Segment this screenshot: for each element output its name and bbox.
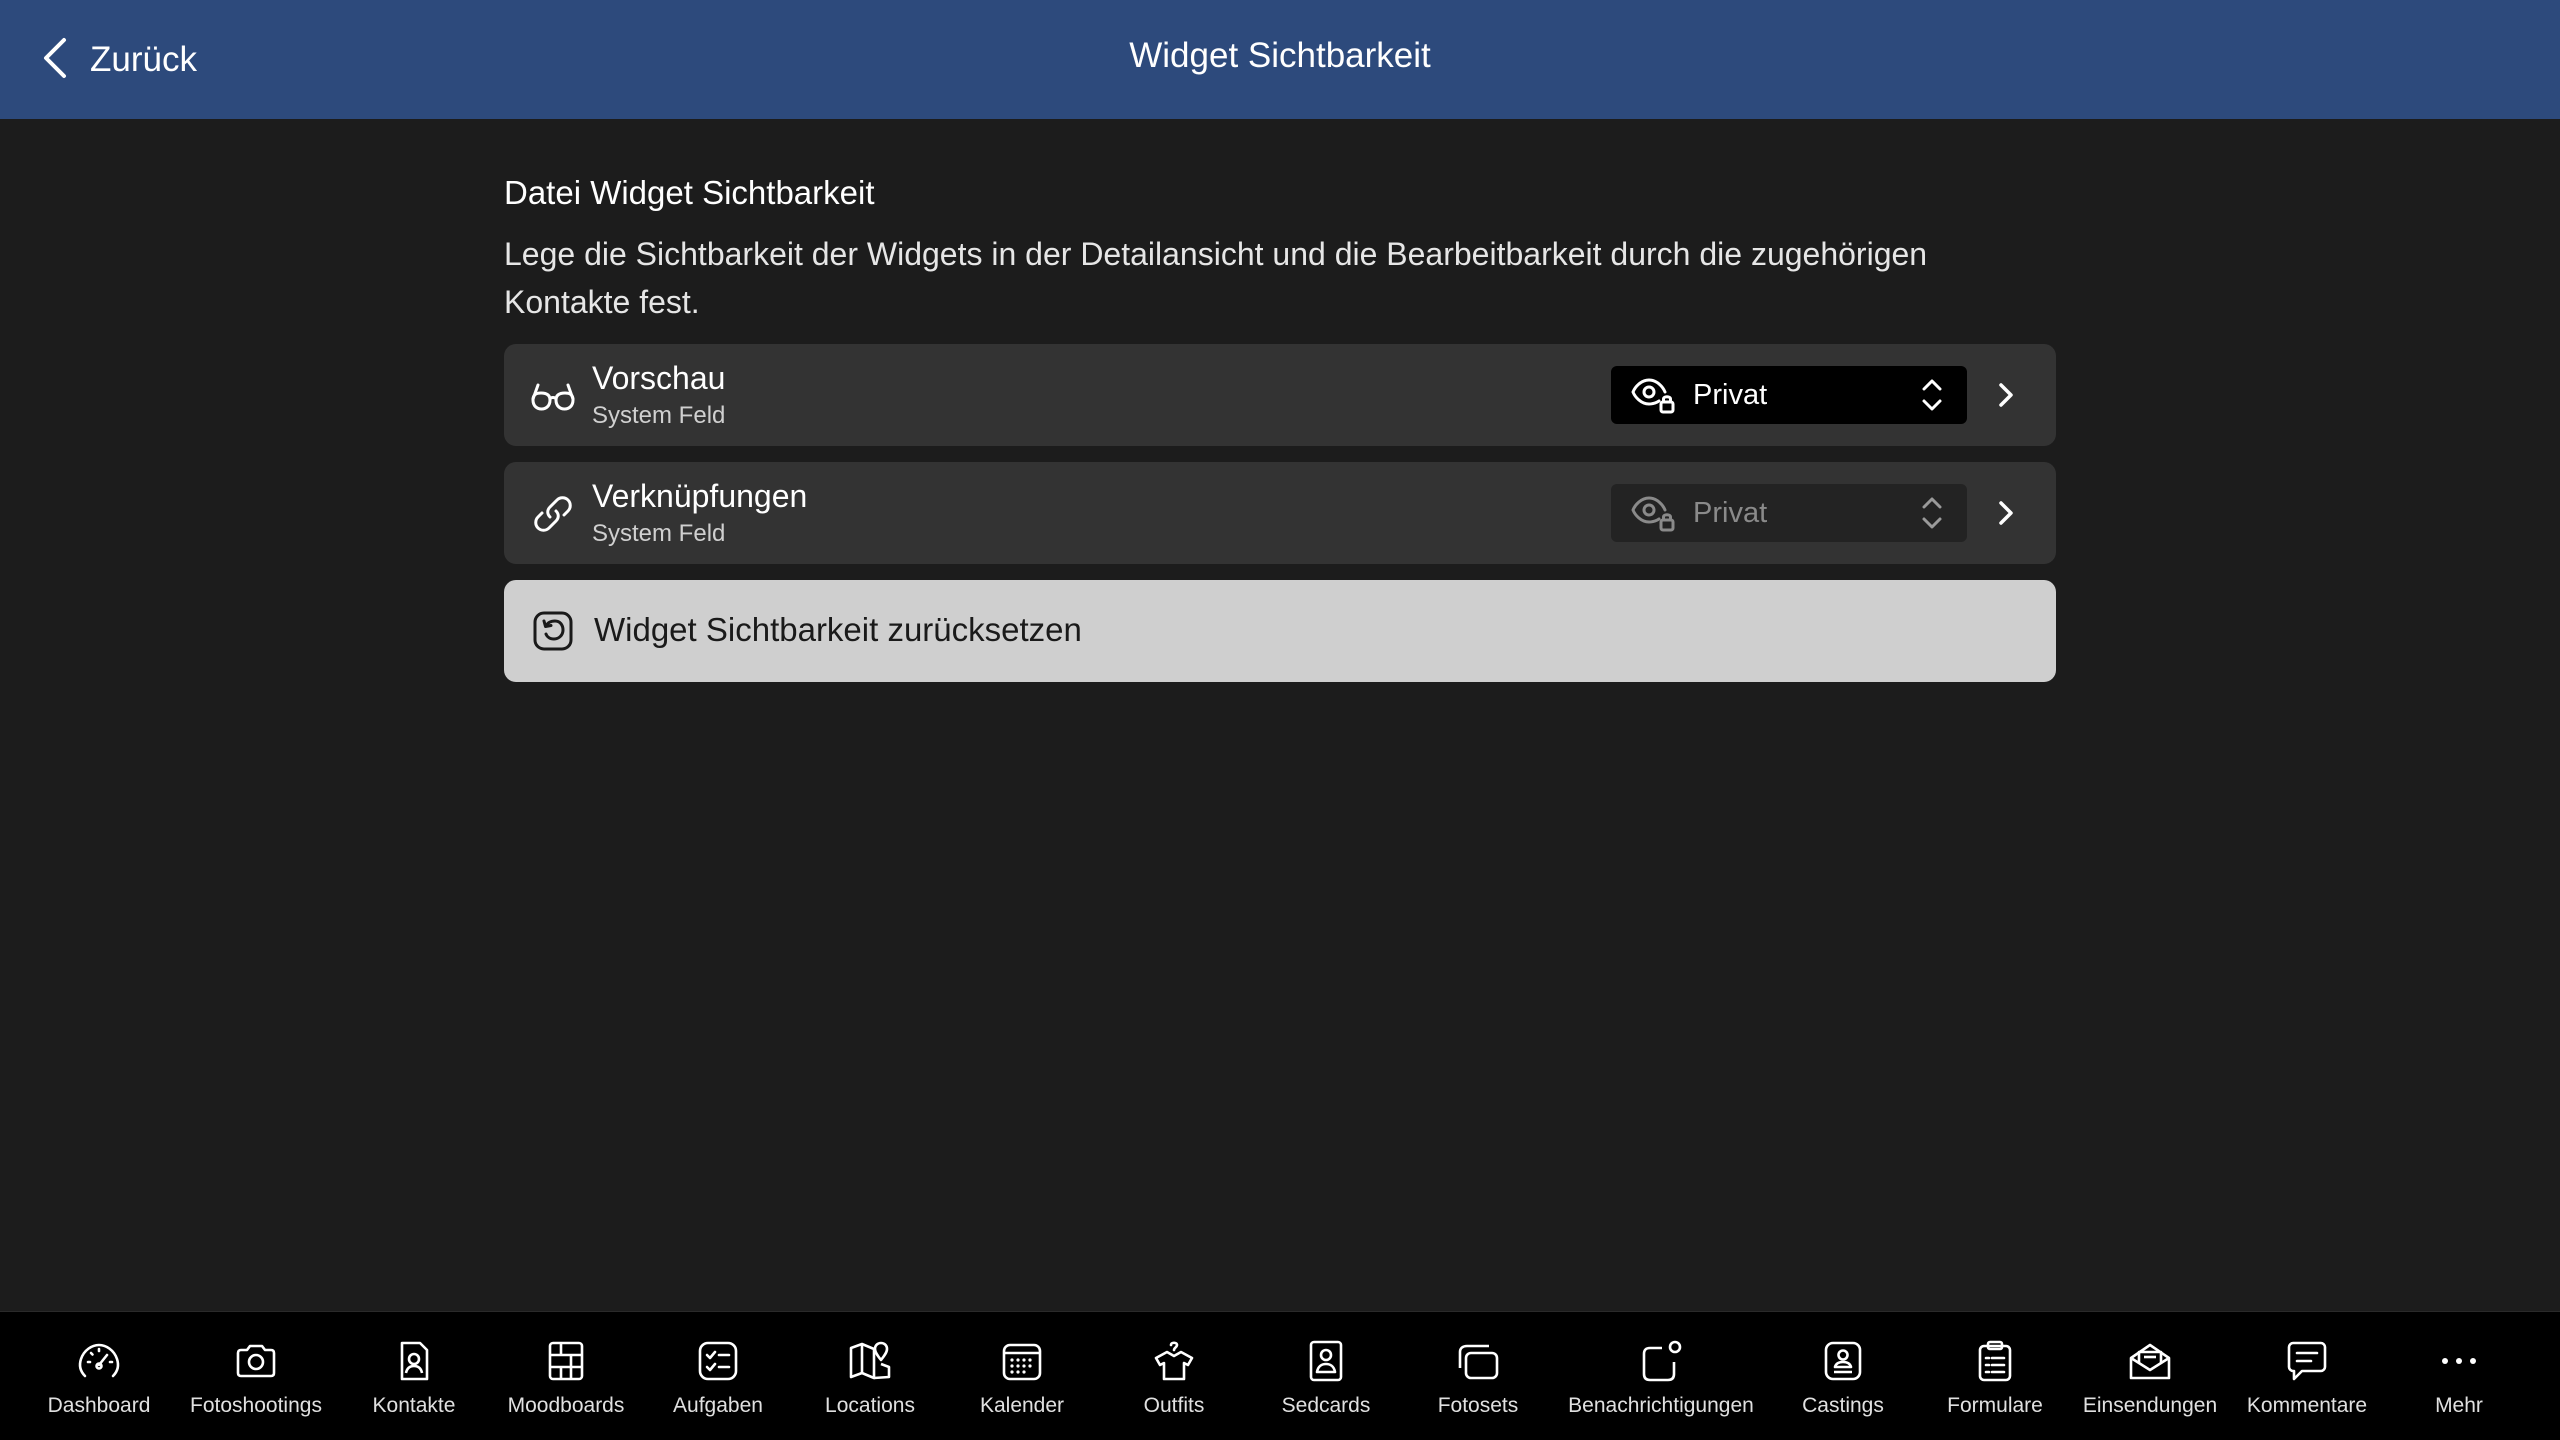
- section-description: Lege die Sichtbarkeit der Widgets in der…: [504, 236, 1928, 320]
- eye-lock-icon: [1631, 375, 1675, 415]
- bottom-tab-bar: Dashboard Fotoshootings Kontakte Moodboa…: [0, 1311, 2560, 1440]
- comment-icon: [2284, 1338, 2330, 1384]
- app: Zurück Widget Sichtbarkeit Datei Widget …: [0, 0, 2560, 1440]
- calendar-icon: [999, 1338, 1045, 1384]
- header-bar: Zurück Widget Sichtbarkeit: [0, 0, 2560, 119]
- clipboard-icon: [1972, 1338, 2018, 1384]
- tab-label: Kontakte: [372, 1394, 456, 1417]
- tab-aufgaben[interactable]: Aufgaben: [668, 1312, 768, 1440]
- tab-kontakte[interactable]: Kontakte: [364, 1312, 464, 1440]
- sedcard-icon: [1303, 1338, 1349, 1384]
- map-icon: [847, 1338, 893, 1384]
- eye-lock-icon: [1631, 493, 1675, 533]
- tab-label: Locations: [825, 1394, 915, 1417]
- casting-icon: [1820, 1338, 1866, 1384]
- envelope-icon: [2127, 1338, 2173, 1384]
- tab-label: Mehr: [2435, 1394, 2483, 1417]
- camera-icon: [233, 1338, 279, 1384]
- tab-castings[interactable]: Castings: [1793, 1312, 1893, 1440]
- tab-label: Benachrichtigungen: [1568, 1394, 1754, 1417]
- tab-kalender[interactable]: Kalender: [972, 1312, 1072, 1440]
- section-title: Datei Widget Sichtbarkeit: [504, 174, 875, 211]
- tab-formulare[interactable]: Formulare: [1945, 1312, 2045, 1440]
- tab-moodboards[interactable]: Moodboards: [501, 1312, 631, 1440]
- reset-label: Widget Sichtbarkeit zurücksetzen: [594, 611, 1082, 648]
- widget-title: Vorschau: [592, 360, 726, 396]
- tab-kommentare[interactable]: Kommentare: [2242, 1312, 2372, 1440]
- glasses-icon: [530, 373, 576, 419]
- reset-visibility-button[interactable]: Widget Sichtbarkeit zurücksetzen: [504, 580, 2056, 682]
- tab-label: Sedcards: [1281, 1394, 1371, 1417]
- widget-row-verknuepfungen[interactable]: Verknüpfungen System Feld Privat: [504, 462, 2056, 564]
- reset-icon: [532, 610, 574, 652]
- tab-label: Formulare: [1947, 1394, 2043, 1417]
- tab-benachrichtigungen[interactable]: Benachrichtigungen: [1566, 1312, 1756, 1440]
- tab-label: Aufgaben: [673, 1394, 763, 1417]
- tab-einsendungen[interactable]: Einsendungen: [2080, 1312, 2220, 1440]
- visibility-value: Privat: [1693, 497, 1768, 529]
- tab-sedcards[interactable]: Sedcards: [1276, 1312, 1376, 1440]
- tab-label: Dashboard: [47, 1394, 151, 1417]
- tab-locations[interactable]: Locations: [820, 1312, 920, 1440]
- tab-label: Castings: [1802, 1394, 1884, 1417]
- notification-icon: [1638, 1338, 1684, 1384]
- chevron-right-icon[interactable]: [1994, 380, 2018, 410]
- tab-label: Fotoshootings: [190, 1394, 322, 1417]
- widget-title: Verknüpfungen: [592, 478, 808, 514]
- tab-label: Kommentare: [2246, 1394, 2368, 1417]
- link-icon: [530, 491, 576, 537]
- moodboard-icon: [543, 1338, 589, 1384]
- tab-label: Einsendungen: [2082, 1394, 2218, 1417]
- visibility-value: Privat: [1693, 379, 1768, 411]
- page-title: Widget Sichtbarkeit: [1129, 36, 1431, 75]
- contact-icon: [391, 1338, 437, 1384]
- tab-outfits[interactable]: Outfits: [1124, 1312, 1224, 1440]
- hanger-icon: [1151, 1338, 1197, 1384]
- tab-dashboard[interactable]: Dashboard: [47, 1312, 151, 1440]
- tab-label: Fotosets: [1437, 1394, 1519, 1417]
- visibility-select[interactable]: Privat: [1611, 484, 1967, 542]
- tab-label: Kalender: [979, 1394, 1065, 1417]
- tab-label: Outfits: [1143, 1394, 1205, 1417]
- tab-label: Moodboards: [507, 1394, 625, 1417]
- chevron-up-down-icon: [1919, 376, 1945, 414]
- checklist-icon: [695, 1338, 741, 1384]
- photoset-icon: [1455, 1338, 1501, 1384]
- tab-fotoshootings[interactable]: Fotoshootings: [186, 1312, 326, 1440]
- more-icon: [2436, 1338, 2482, 1384]
- visibility-select[interactable]: Privat: [1611, 366, 1967, 424]
- chevron-up-down-icon: [1919, 494, 1945, 532]
- tab-mehr[interactable]: Mehr: [2409, 1312, 2509, 1440]
- tab-fotosets[interactable]: Fotosets: [1428, 1312, 1528, 1440]
- widget-row-vorschau[interactable]: Vorschau System Feld Privat: [504, 344, 2056, 446]
- widget-subtitle: System Feld: [592, 520, 726, 547]
- widget-subtitle: System Feld: [592, 402, 726, 429]
- chevron-right-icon[interactable]: [1994, 498, 2018, 528]
- content-area: Datei Widget Sichtbarkeit Lege die Sicht…: [504, 160, 2056, 326]
- speedometer-icon: [76, 1338, 122, 1384]
